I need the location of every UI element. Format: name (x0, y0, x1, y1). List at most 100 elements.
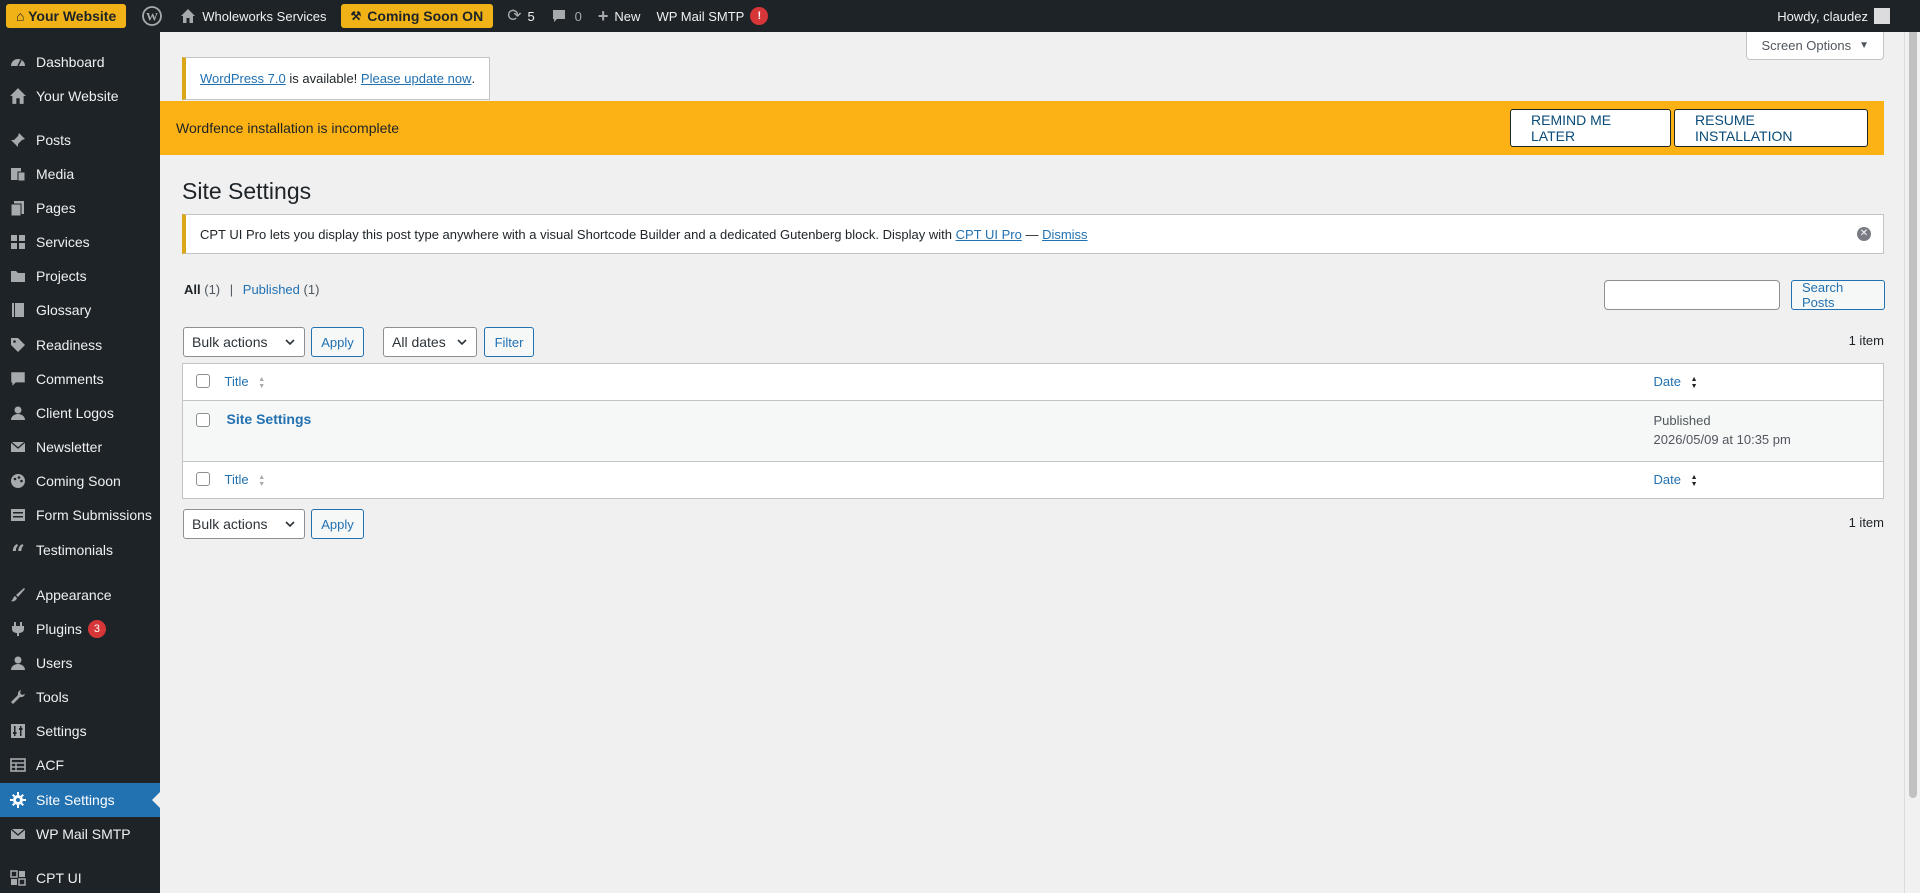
update-nag-text: is available! (285, 71, 361, 86)
updates-menu[interactable]: ⟳ 5 (499, 0, 542, 32)
sidebar-item-form-submissions[interactable]: Form Submissions (0, 498, 160, 532)
sort-by-title-link[interactable]: Title (225, 374, 249, 389)
sidebar-item-client-logos[interactable]: Client Logos (0, 396, 160, 430)
wordpress-logo-menu[interactable]: W (132, 0, 172, 32)
filter-button[interactable]: Filter (484, 327, 534, 357)
comments-menu[interactable]: 0 (543, 0, 590, 32)
form-icon (0, 506, 36, 524)
apply-button-top[interactable]: Apply (311, 327, 364, 357)
folder-icon (0, 267, 36, 285)
items-count-bottom: 1 item (1848, 515, 1884, 530)
sidebar-item-readiness[interactable]: Readiness (0, 328, 160, 362)
sidebar-item-settings[interactable]: Settings (0, 714, 160, 748)
refresh-icon: ⟳ (507, 6, 522, 25)
site-name-menu[interactable]: Wholeworks Services (172, 0, 334, 32)
sort-by-title-link-footer[interactable]: Title (225, 472, 249, 487)
cpt-ui-pro-link[interactable]: CPT UI Pro (956, 227, 1022, 242)
sidebar-item-tools[interactable]: Tools (0, 680, 160, 714)
row-checkbox[interactable] (196, 413, 210, 427)
wp-mail-smtp-menu[interactable]: WP Mail SMTP ! (648, 0, 776, 32)
page-scrollbar[interactable] (1904, 0, 1920, 893)
bulk-actions-select-bottom[interactable]: Bulk actions (183, 509, 305, 539)
sidebar-item-wp-mail-smtp[interactable]: WP Mail SMTP (0, 817, 160, 851)
sidebar-item-projects[interactable]: Projects (0, 259, 160, 293)
sidebar-item-dashboard[interactable]: Dashboard (0, 45, 160, 79)
sidebar-item-testimonials[interactable]: “Testimonials (0, 533, 160, 567)
search-posts-button[interactable]: Search Posts (1791, 280, 1885, 310)
comments-count: 0 (574, 8, 582, 24)
gear-icon (0, 791, 36, 809)
sidebar-item-newsletter[interactable]: Newsletter (0, 430, 160, 464)
coming-soon-toggle[interactable]: ⚒ Coming Soon ON (340, 4, 494, 28)
user-icon (0, 654, 36, 672)
sort-arrows-icon: ▲ ▼ (258, 375, 266, 390)
select-all-checkbox-footer[interactable] (196, 471, 210, 486)
search-input[interactable] (1604, 280, 1780, 310)
sidebar-item-site-settings[interactable]: Site Settings (0, 783, 160, 817)
sort-by-date-link[interactable]: Date (1654, 374, 1681, 389)
pages-icon (0, 199, 36, 217)
my-account-menu[interactable]: Howdy, claudez (1769, 0, 1920, 32)
dismiss-link[interactable]: Dismiss (1042, 227, 1088, 242)
filter-separator: | (229, 282, 234, 297)
sidebar-item-users[interactable]: Users (0, 646, 160, 680)
book-icon (0, 301, 36, 319)
sidebar-item-services[interactable]: Services (0, 225, 160, 259)
hammer-icon: ⚒ (350, 9, 362, 23)
envelope-icon (0, 438, 36, 456)
please-update-link[interactable]: Please update now (361, 71, 472, 86)
close-icon[interactable]: ✕ (1857, 227, 1871, 241)
table-footer-row: Title ▲ ▼ Date ▲ ▼ (182, 461, 1884, 499)
row-title-link[interactable]: Site Settings (227, 411, 312, 427)
sidebar-item-glossary[interactable]: Glossary (0, 293, 160, 327)
home-icon (0, 87, 36, 105)
comment-icon (551, 8, 567, 24)
filter-all-link[interactable]: All (184, 282, 201, 297)
sidebar-item-appearance[interactable]: Appearance (0, 578, 160, 612)
sidebar-item-coming-soon[interactable]: Coming Soon (0, 464, 160, 498)
chevron-down-icon (285, 521, 295, 528)
comment-icon (0, 370, 36, 388)
screen-options-toggle[interactable]: Screen Options ▼ (1746, 32, 1884, 60)
sort-by-date-link-footer[interactable]: Date (1654, 472, 1681, 487)
sidebar-item-plugins[interactable]: Plugins 3 (0, 612, 160, 646)
sidebar-item-pages[interactable]: Pages (0, 191, 160, 225)
resume-installation-button[interactable]: RESUME INSTALLATION (1674, 109, 1868, 147)
plus-icon: + (597, 5, 609, 26)
sliders-icon (0, 722, 36, 740)
avatar (1874, 8, 1890, 24)
tag-icon (0, 336, 36, 354)
your-website-button[interactable]: ⌂ Your Website (6, 4, 127, 28)
home-icon (180, 8, 196, 24)
remind-me-later-button[interactable]: REMIND ME LATER (1510, 109, 1671, 147)
sidebar-item-acf[interactable]: ACF (0, 748, 160, 782)
filter-published-link[interactable]: Published (243, 282, 300, 297)
items-count-top: 1 item (1848, 333, 1884, 348)
sidebar-item-comments[interactable]: Comments (0, 362, 160, 396)
table-icon (0, 756, 36, 774)
grid-icon (0, 233, 36, 251)
sidebar-item-posts[interactable]: Posts (0, 123, 160, 157)
quote-icon: “ (11, 539, 25, 568)
date-filter-select[interactable]: All dates (383, 327, 477, 357)
site-name-label: Wholeworks Services (202, 8, 327, 24)
cpt-notice-text: CPT UI Pro lets you display this post ty… (200, 226, 956, 242)
main-content: Screen Options ▼ WordPress 7.0 is availa… (160, 32, 1904, 893)
coming-soon-label: Coming Soon ON (367, 8, 484, 24)
wordfence-banner: Wordfence installation is incomplete REM… (160, 101, 1884, 155)
mail-icon (0, 825, 36, 843)
select-all-checkbox[interactable] (196, 373, 210, 388)
caret-down-icon: ▼ (1859, 40, 1869, 51)
sidebar-item-your-website[interactable]: Your Website (0, 79, 160, 113)
new-content-menu[interactable]: + New (590, 0, 649, 32)
row-date: 2026/05/09 at 10:35 pm (1653, 432, 1791, 447)
scrollbar-thumb[interactable] (1909, 18, 1917, 798)
sidebar-item-cpt-ui[interactable]: CPT UI (0, 861, 160, 893)
apply-button-bottom[interactable]: Apply (311, 509, 364, 539)
sidebar-item-media[interactable]: Media (0, 157, 160, 191)
pushpin-icon (0, 131, 36, 149)
palette-icon (0, 472, 36, 490)
wordpress-version-link[interactable]: WordPress 7.0 (200, 71, 286, 86)
post-status-filters: All (1) | Published (1) (184, 282, 319, 297)
bulk-actions-select-top[interactable]: Bulk actions (183, 327, 305, 357)
